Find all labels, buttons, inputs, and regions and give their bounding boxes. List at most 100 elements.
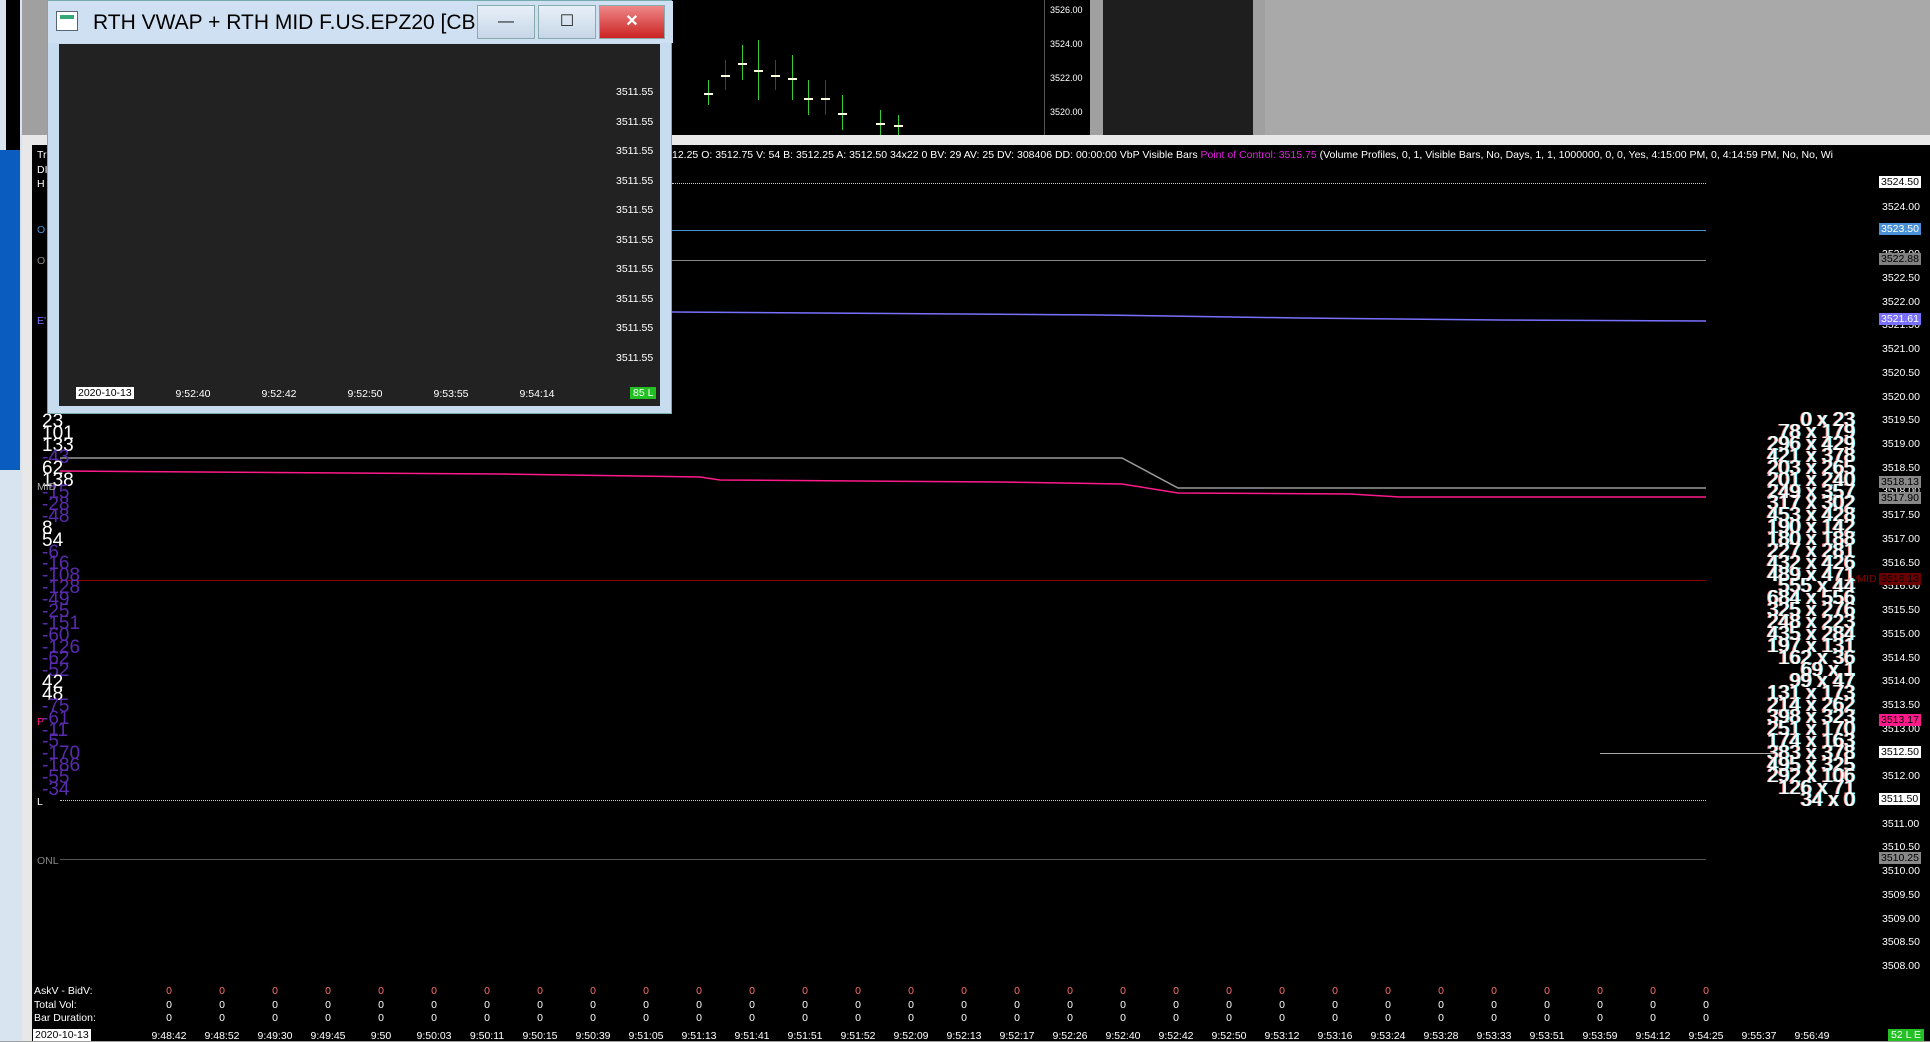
floating-price-label: 3511.55 xyxy=(616,351,654,364)
bottom-row-value: 0 xyxy=(537,998,543,1011)
price-bar-tick xyxy=(788,77,797,80)
bottom-row-value: 0 xyxy=(1226,985,1232,997)
price-tag: 3521.61 xyxy=(1879,313,1921,326)
bottom-row-value: 0 xyxy=(378,985,384,997)
bottom-row-value: 0 xyxy=(961,1012,967,1024)
floating-time-label: 9:52:50 xyxy=(347,388,383,400)
time-axis-label: 9:54:12 xyxy=(1635,1030,1671,1042)
bottom-row-value: 0 xyxy=(908,985,914,997)
bottom-row-value: 0 xyxy=(908,998,914,1011)
maximize-button[interactable]: ☐ xyxy=(538,5,596,39)
price-bar-tick xyxy=(721,75,730,77)
time-axis-label: 9:53:51 xyxy=(1529,1030,1565,1042)
price-bar-tick xyxy=(894,125,903,127)
bottom-row-value: 0 xyxy=(749,985,755,997)
floating-price-label: 3511.55 xyxy=(616,115,654,128)
time-axis-label: 9:52:17 xyxy=(999,1030,1035,1042)
price-tag: 3522.88 xyxy=(1879,252,1921,265)
price-bar-tick xyxy=(821,97,830,100)
time-axis-label: 9:53:59 xyxy=(1582,1030,1618,1042)
bottom-row-value: 0 xyxy=(1120,998,1126,1011)
left-line-label: L xyxy=(37,796,43,808)
bottom-row-value: 0 xyxy=(1544,998,1550,1011)
time-axis-label: 9:51:51 xyxy=(787,1030,823,1042)
bottom-row-value: 0 xyxy=(1332,985,1338,997)
time-axis-label: 9:50:11 xyxy=(469,1030,505,1042)
bottom-row-value: 0 xyxy=(325,1012,331,1024)
bottom-row-value: 0 xyxy=(1173,1012,1179,1024)
time-axis-label: 9:52:40 xyxy=(1105,1030,1141,1042)
floating-price-label: 3511.55 xyxy=(616,233,654,246)
bottom-row-value: 0 xyxy=(1650,1012,1656,1024)
floating-time-label: 9:53:55 xyxy=(433,388,469,400)
time-axis-label: 9:51:41 xyxy=(734,1030,770,1042)
bottom-row-label: Bar Duration: xyxy=(34,1012,96,1024)
bottom-row-value: 0 xyxy=(590,985,596,997)
bottom-row-value: 0 xyxy=(1279,998,1285,1011)
floating-time-label: 9:52:42 xyxy=(261,388,297,400)
bottom-row-value: 0 xyxy=(643,985,649,997)
time-axis-label: 9:51:52 xyxy=(840,1030,876,1042)
delta-value: -34 xyxy=(42,778,70,800)
bottom-row-value: 0 xyxy=(855,985,861,997)
minimize-button[interactable]: — xyxy=(477,5,535,39)
close-button[interactable]: ✕ xyxy=(599,5,665,39)
bottom-row-value: 0 xyxy=(1703,1012,1709,1024)
bottom-row-value: 0 xyxy=(1438,998,1444,1011)
time-axis-label: 9:48:42 xyxy=(151,1030,187,1042)
left-line-label: O xyxy=(37,255,46,267)
bottom-row-value: 0 xyxy=(1332,998,1338,1011)
price-bar-tick xyxy=(754,70,763,72)
bottom-row-value: 0 xyxy=(1491,998,1497,1011)
bottom-row-value: 0 xyxy=(1173,998,1179,1011)
bottom-row-value: 0 xyxy=(484,1012,490,1024)
time-axis-label: 9:53:33 xyxy=(1476,1030,1512,1042)
bottom-row-value: 0 xyxy=(1279,1012,1285,1024)
bottom-row-value: 0 xyxy=(802,1012,808,1024)
bottom-row-value: 0 xyxy=(1279,985,1285,997)
bottom-row-value: 0 xyxy=(1014,1012,1020,1024)
price-bar-tick xyxy=(804,97,813,100)
bottom-row-value: 0 xyxy=(643,1012,649,1024)
bottom-row-value: 0 xyxy=(590,998,596,1011)
price-tag: 3512.50 xyxy=(1879,745,1921,758)
time-axis-label: 9:53:12 xyxy=(1264,1030,1300,1042)
time-axis-label: 9:55:37 xyxy=(1741,1030,1777,1042)
time-axis-label: 9:49:30 xyxy=(257,1030,293,1042)
floating-time-label: 9:52:40 xyxy=(175,388,211,400)
left-line-label: DI xyxy=(37,164,48,176)
bottom-row-value: 0 xyxy=(696,998,702,1011)
bottom-row-value: 0 xyxy=(431,998,437,1011)
bottom-row-value: 0 xyxy=(961,985,967,997)
ymid-label: yMID xyxy=(1852,573,1877,586)
volume-profile-row: 34 x 0 xyxy=(1800,789,1855,812)
price-bar-tick xyxy=(738,62,747,65)
left-line-label: O xyxy=(37,224,46,236)
floating-chart-area[interactable] xyxy=(59,44,660,406)
bottom-row-value: 0 xyxy=(961,998,967,1011)
bottom-row-value: 0 xyxy=(1650,985,1656,997)
window-title-bar[interactable]: RTH VWAP + RTH MID F.US.EPZ20 [CB... — ☐… xyxy=(48,1,673,43)
price-tag: 3510.25 xyxy=(1879,852,1921,865)
time-axis-label: 9:53:16 xyxy=(1317,1030,1353,1042)
floating-date: 2020-10-13 xyxy=(76,387,134,399)
bottom-row-value: 0 xyxy=(1385,1012,1391,1024)
left-line-label: MID xyxy=(37,481,57,493)
pink-line xyxy=(59,470,1706,498)
time-axis-label: 9:51:13 xyxy=(681,1030,717,1042)
top-price-label: 3520.00 xyxy=(1050,107,1083,117)
floating-chart-window[interactable]: RTH VWAP + RTH MID F.US.EPZ20 [CB... — ☐… xyxy=(47,0,673,414)
bottom-row-value: 0 xyxy=(219,998,225,1011)
bottom-row-value: 0 xyxy=(1067,998,1073,1011)
bottom-row-value: 0 xyxy=(802,998,808,1011)
bottom-row-value: 0 xyxy=(431,1012,437,1024)
time-axis-label: 9:53:28 xyxy=(1423,1030,1459,1042)
price-tag: 3524.50 xyxy=(1879,176,1921,188)
bottom-row-value: 0 xyxy=(749,1012,755,1024)
left-line-label: Tr xyxy=(37,149,47,161)
top-price-label: 3522.00 xyxy=(1050,73,1083,83)
floating-price-label: 3511.55 xyxy=(616,174,654,187)
time-axis-label: 9:50:15 xyxy=(522,1030,558,1042)
bottom-row-value: 0 xyxy=(378,998,384,1011)
top-price-label: 3524.00 xyxy=(1050,39,1083,49)
